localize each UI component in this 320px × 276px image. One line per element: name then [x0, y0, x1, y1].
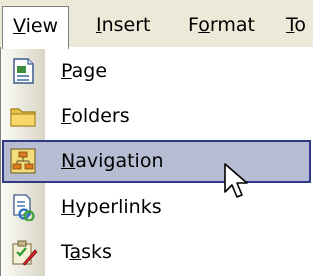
tasks-icon [12, 240, 37, 266]
menu-format[interactable]: Format [178, 6, 265, 46]
folders-label: olders [71, 105, 130, 127]
menu-item-hyperlinks[interactable]: Hyperlinks [1, 185, 314, 230]
menu-format-access-key: o [198, 14, 210, 36]
page-label: age [71, 60, 108, 82]
menu-view[interactable]: View [2, 6, 70, 49]
menu-bar: View Insert Format To [0, 0, 313, 49]
menu-item-navigation[interactable]: Navigation [1, 139, 314, 184]
navigation-label: avigation [75, 150, 164, 172]
hyperlinks-icon [13, 194, 35, 221]
menu-insert-label: nsert [101, 14, 151, 36]
hyperlinks-access-key: H [61, 196, 76, 218]
menu-view-label: iew [25, 15, 59, 37]
menu-format-label: rmat [209, 14, 255, 36]
menu-item-folders[interactable]: Folders [1, 94, 314, 139]
tasks-label: sks [81, 241, 112, 263]
navigation-icon [10, 148, 36, 174]
menu-item-tasks[interactable]: Tasks [1, 230, 314, 275]
page-access-key: P [61, 60, 72, 82]
tasks-access-key: a [69, 241, 82, 263]
folders-access-key: F [61, 105, 72, 127]
menu-view-access-key: V [13, 15, 26, 37]
navigation-access-key: N [61, 150, 76, 172]
view-menu-dropdown: Page Folders Navigation Hyperlinks Tasks [0, 47, 313, 276]
menu-tools[interactable]: To [276, 6, 316, 46]
menu-insert[interactable]: Insert [86, 6, 161, 46]
menu-tools-label: o [294, 14, 307, 36]
page-icon [13, 58, 34, 84]
menu-format-label-pre: F [188, 14, 199, 36]
hyperlinks-label: yperlinks [75, 196, 162, 218]
folder-icon [10, 108, 36, 127]
menu-item-page[interactable]: Page [1, 49, 314, 94]
mouse-pointer-icon [224, 163, 248, 198]
